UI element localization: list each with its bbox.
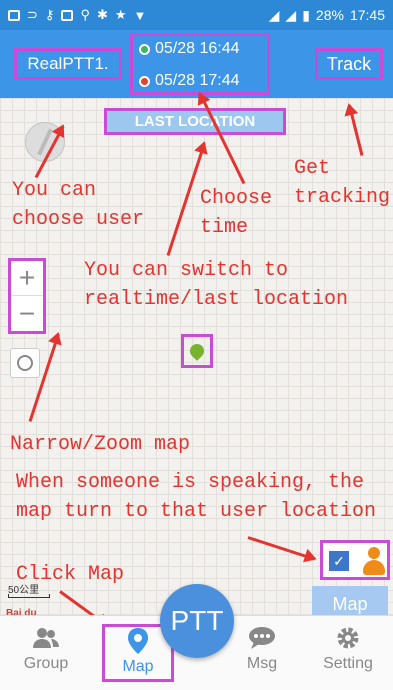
speaking-user-toggle[interactable]: ✓ — [320, 540, 390, 580]
annotation-get-tracking: Get tracking — [294, 157, 391, 209]
image-icon — [61, 9, 74, 21]
clock: 17:45 — [349, 7, 385, 23]
notification-icon — [8, 9, 20, 21]
track-button[interactable]: Track — [315, 48, 383, 80]
signal-icon: ◢ — [268, 6, 280, 23]
zoom-controls: + − — [8, 258, 46, 334]
crosshair-icon — [17, 355, 33, 371]
end-dot-icon — [139, 75, 150, 87]
bluetooth-icon: ✱ — [96, 7, 108, 22]
annotation-choose-time: Choose time — [200, 187, 273, 239]
annotation-choose-user: You can choose user — [12, 179, 145, 231]
start-dot-icon — [139, 43, 150, 55]
arrow-to-time — [198, 92, 246, 185]
arrow-to-speaker — [247, 536, 316, 561]
user-location-marker[interactable] — [181, 334, 213, 368]
tab-group[interactable]: Group — [10, 624, 82, 682]
battery-level: 28% — [315, 7, 344, 23]
map-pin-icon — [187, 341, 207, 361]
gear-icon — [334, 624, 362, 652]
annotation-switch-mode: You can switch to realtime/last location — [84, 259, 349, 311]
speaking-user-icon — [361, 547, 387, 577]
status-bar: ⊃ ⚷ ⚲ ✱ ★ ▼ ◢ ◢ ▮ 28% 17:45 — [0, 0, 393, 30]
annotation-zoom: Narrow/Zoom map — [10, 433, 191, 456]
signal-icon-2: ◢ — [285, 6, 297, 23]
location-mode-toggle[interactable]: LAST LOCATION — [104, 108, 286, 135]
star-icon: ★ — [114, 7, 127, 22]
wifi-icon: ▼ — [133, 7, 147, 23]
arrow-to-track — [347, 104, 364, 156]
chat-icon — [248, 624, 276, 652]
end-time[interactable]: 05/28 17:44 — [155, 72, 240, 90]
key-icon: ⚷ — [44, 7, 55, 22]
ptt-button[interactable]: PTT — [160, 584, 234, 658]
tab-msg-label: Msg — [246, 655, 278, 672]
zoom-out-button[interactable]: − — [11, 296, 43, 331]
tab-msg[interactable]: Msg — [226, 624, 298, 682]
tab-setting[interactable]: Setting — [312, 624, 384, 682]
tab-group-label: Group — [23, 655, 69, 672]
cast-icon: ⊃ — [27, 7, 38, 22]
tab-setting-label: Setting — [323, 655, 373, 672]
map-pin-icon — [124, 627, 152, 655]
app-bar: RealPTT1. 05/28 16:44 05/28 17:44 Track — [0, 30, 393, 98]
annotation-speaking: When someone is speaking, the map turn t… — [16, 471, 377, 523]
check-icon[interactable]: ✓ — [329, 551, 349, 571]
tab-map-label: Map — [122, 658, 154, 675]
user-select-button[interactable]: RealPTT1. — [14, 48, 122, 80]
locate-button[interactable] — [10, 348, 40, 378]
battery-icon: ▮ — [302, 6, 310, 23]
location-icon: ⚲ — [80, 7, 90, 22]
start-time[interactable]: 05/28 16:44 — [155, 40, 240, 58]
map-scale-bar — [8, 594, 50, 598]
group-icon — [32, 624, 60, 652]
map-view[interactable]: LAST LOCATION + − You can choose user Ch… — [0, 92, 393, 627]
zoom-in-button[interactable]: + — [11, 261, 43, 296]
time-range-selector[interactable]: 05/28 16:44 05/28 17:44 — [130, 33, 270, 95]
